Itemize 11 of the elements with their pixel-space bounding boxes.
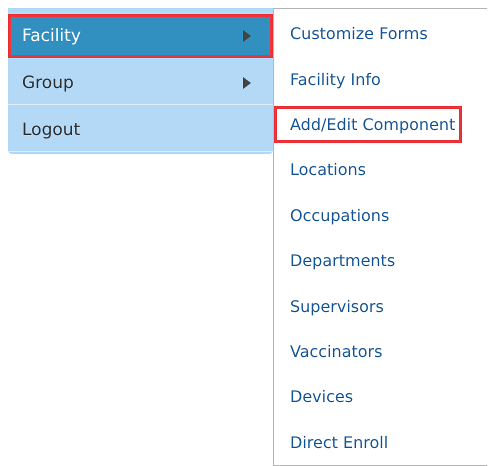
submenu-item[interactable]: Supervisors bbox=[274, 288, 391, 325]
submenu-item[interactable]: Customize Forms bbox=[274, 15, 435, 52]
submenu-item[interactable]: Facility Info bbox=[274, 60, 388, 98]
submenu-item[interactable]: Add/Edit Component bbox=[274, 106, 462, 144]
submenu-item[interactable]: Direct Enroll bbox=[274, 424, 396, 461]
submenu-item[interactable]: Locations bbox=[274, 151, 374, 188]
submenu-item[interactable]: Vaccinators bbox=[274, 333, 390, 370]
submenu-item[interactable]: Occupations bbox=[274, 196, 396, 234]
menu-item[interactable]: Facility bbox=[8, 14, 273, 58]
submenu-item[interactable]: Departments bbox=[274, 242, 402, 280]
submenu-item[interactable]: Devices bbox=[274, 378, 360, 416]
